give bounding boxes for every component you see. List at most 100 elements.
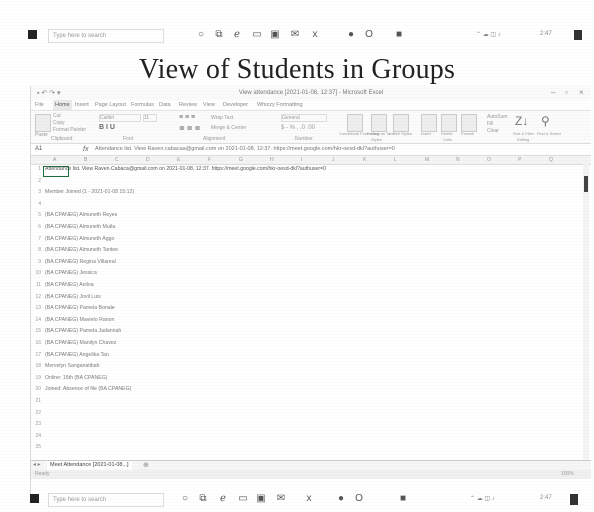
column-header[interactable]: E xyxy=(177,156,180,164)
cell-styles-icon[interactable] xyxy=(393,114,409,132)
app-icon[interactable]: ■ xyxy=(394,29,404,41)
cell-a-value[interactable]: (BA CPANEG) Pamela Bonale xyxy=(45,305,115,311)
tab-formulas[interactable]: Formulas xyxy=(131,100,154,110)
cell-a-value[interactable]: (BA CPANEG) Mavieto Ranon xyxy=(45,317,114,323)
row-number[interactable]: 17 xyxy=(31,352,41,358)
windows-start-icon[interactable] xyxy=(28,30,37,39)
name-box[interactable]: A1 xyxy=(35,145,75,153)
edge-icon[interactable]: ℯ xyxy=(218,493,228,505)
opera-icon[interactable]: O xyxy=(354,493,364,505)
row-number[interactable]: 2 xyxy=(31,178,41,184)
row-number[interactable]: 3 xyxy=(31,189,41,195)
find-select-button[interactable]: Find & Select xyxy=(537,131,561,136)
insert-cells-button[interactable]: Insert xyxy=(421,131,431,136)
row-number[interactable]: 6 xyxy=(31,224,41,230)
font-name-select[interactable]: Calibri xyxy=(99,114,141,122)
row-number[interactable]: 15 xyxy=(31,328,41,334)
cell-a-value[interactable]: (BA CPANEG) Regina Villareal xyxy=(45,259,116,265)
search-icon[interactable]: ○ xyxy=(196,29,206,41)
number-format-buttons[interactable]: $ - % , .0 .00 xyxy=(281,125,315,131)
column-header[interactable]: B xyxy=(84,156,87,164)
windows-start-icon[interactable] xyxy=(30,494,39,503)
cell-a-value[interactable]: Online: 16th (BA CPANEG) xyxy=(45,375,107,381)
row-number[interactable]: 9 xyxy=(31,259,41,265)
row-number[interactable]: 25 xyxy=(31,444,41,450)
wrap-text-button[interactable]: Wrap Text xyxy=(211,115,233,121)
row-number[interactable]: 10 xyxy=(31,270,41,276)
sort-filter-icon[interactable]: Z↓ xyxy=(515,114,528,128)
merge-center-button[interactable]: Merge & Center xyxy=(211,125,246,131)
tab-whizzy-formatting[interactable]: Whizzy Formatting xyxy=(257,100,303,110)
row-number[interactable]: 8 xyxy=(31,247,41,253)
row-number[interactable]: 4 xyxy=(31,201,41,207)
sort-filter-button[interactable]: Sort & Filter xyxy=(513,131,534,136)
row-number[interactable]: 12 xyxy=(31,294,41,300)
column-header[interactable]: J xyxy=(332,156,335,164)
row-number[interactable]: 18 xyxy=(31,363,41,369)
clear-button[interactable]: Clear xyxy=(487,128,499,134)
mail-icon[interactable]: ✉ xyxy=(276,493,286,505)
cell-a-value[interactable]: (BA CPANEG) Almuneth Tantee xyxy=(45,247,118,253)
cut-button[interactable]: Cut xyxy=(53,113,61,119)
tab-developer[interactable]: Developer xyxy=(223,100,248,110)
number-format-select[interactable]: General xyxy=(281,114,327,122)
minimize-button[interactable]: – xyxy=(551,88,555,97)
format-cells-button[interactable]: Format xyxy=(461,131,474,136)
delete-cells-button[interactable]: Delete xyxy=(441,131,453,136)
file-explorer-icon[interactable]: ▭ xyxy=(238,493,248,505)
close-button[interactable]: × xyxy=(579,88,584,97)
add-sheet-icon[interactable]: ⊕ xyxy=(143,461,149,470)
column-header[interactable]: F xyxy=(208,156,211,164)
cell-a-value[interactable]: Mervelyn Sanganatibah xyxy=(45,363,100,369)
cell-a-value[interactable]: (BA CPANEG) Almuneth Mutla xyxy=(45,224,115,230)
row-number[interactable]: 1 xyxy=(31,166,41,172)
fx-icon[interactable]: fx xyxy=(83,144,88,155)
row-number[interactable]: 7 xyxy=(31,236,41,242)
row-number[interactable]: 20 xyxy=(31,386,41,392)
delete-cells-icon[interactable] xyxy=(441,114,457,132)
cell-a-value[interactable]: (BA CPANEG) Jessica xyxy=(45,270,97,276)
cell-a-value[interactable]: (BA CPANEG) Aniloa xyxy=(45,282,94,288)
store-icon[interactable]: ▣ xyxy=(270,29,280,41)
tab-data[interactable]: Data xyxy=(159,100,171,110)
autosum-button[interactable]: AutoSum xyxy=(487,114,508,120)
cell-a-value[interactable]: (BA CPANEG) Almuneth Aggo xyxy=(45,236,114,242)
scrollbar-thumb[interactable] xyxy=(584,176,588,192)
find-select-icon[interactable]: ⚲ xyxy=(541,114,550,128)
edge-icon[interactable]: ℯ xyxy=(232,29,242,41)
column-header[interactable]: Q xyxy=(549,156,553,164)
tab-view[interactable]: View xyxy=(203,100,215,110)
row-number[interactable]: 5 xyxy=(31,212,41,218)
copy-button[interactable]: Copy xyxy=(53,120,65,126)
column-header[interactable]: A xyxy=(53,156,56,164)
column-header[interactable]: N xyxy=(456,156,460,164)
tab-review[interactable]: Review xyxy=(179,100,197,110)
column-header[interactable]: K xyxy=(363,156,366,164)
zoom-level[interactable]: 100% xyxy=(561,470,574,479)
column-header[interactable]: M xyxy=(425,156,429,164)
cell-a-value[interactable]: (BA CPANEG) Angelika Tan xyxy=(45,352,109,358)
column-header[interactable]: O xyxy=(487,156,491,164)
excel-taskbar-icon[interactable]: x xyxy=(304,493,314,505)
chrome-icon[interactable]: ● xyxy=(346,29,356,41)
format-as-table-button[interactable]: Format as Table xyxy=(367,131,396,136)
format-painter-button[interactable]: Format Painter xyxy=(53,127,86,133)
paste-button[interactable]: Paste xyxy=(35,132,48,138)
cell-styles-button[interactable]: Cell Styles xyxy=(393,131,412,136)
search-icon[interactable]: ○ xyxy=(180,493,190,505)
opera-icon[interactable]: O xyxy=(364,29,374,41)
store-icon[interactable]: ▣ xyxy=(256,493,266,505)
column-header[interactable]: H xyxy=(270,156,274,164)
cell-a-value[interactable]: (BA CPANEG) Manilyn Chavez xyxy=(45,340,116,346)
cell-a-value[interactable]: (BA CPANEG) Pamela Jadannah xyxy=(45,328,121,334)
taskbar-search-input[interactable]: Type here to search xyxy=(48,29,164,43)
conditional-formatting-icon[interactable] xyxy=(347,114,363,132)
column-header[interactable]: G xyxy=(239,156,243,164)
align-left-buttons[interactable]: ≣ ≣ ≣ xyxy=(179,124,201,132)
column-header[interactable]: D xyxy=(146,156,150,164)
bold-italic-underline-buttons[interactable]: B I U xyxy=(99,124,115,131)
paste-icon[interactable] xyxy=(35,114,51,132)
excel-taskbar-icon[interactable]: x xyxy=(310,29,320,41)
restore-button[interactable]: ▫ xyxy=(565,88,568,97)
fill-button[interactable]: Fill xyxy=(487,121,493,127)
